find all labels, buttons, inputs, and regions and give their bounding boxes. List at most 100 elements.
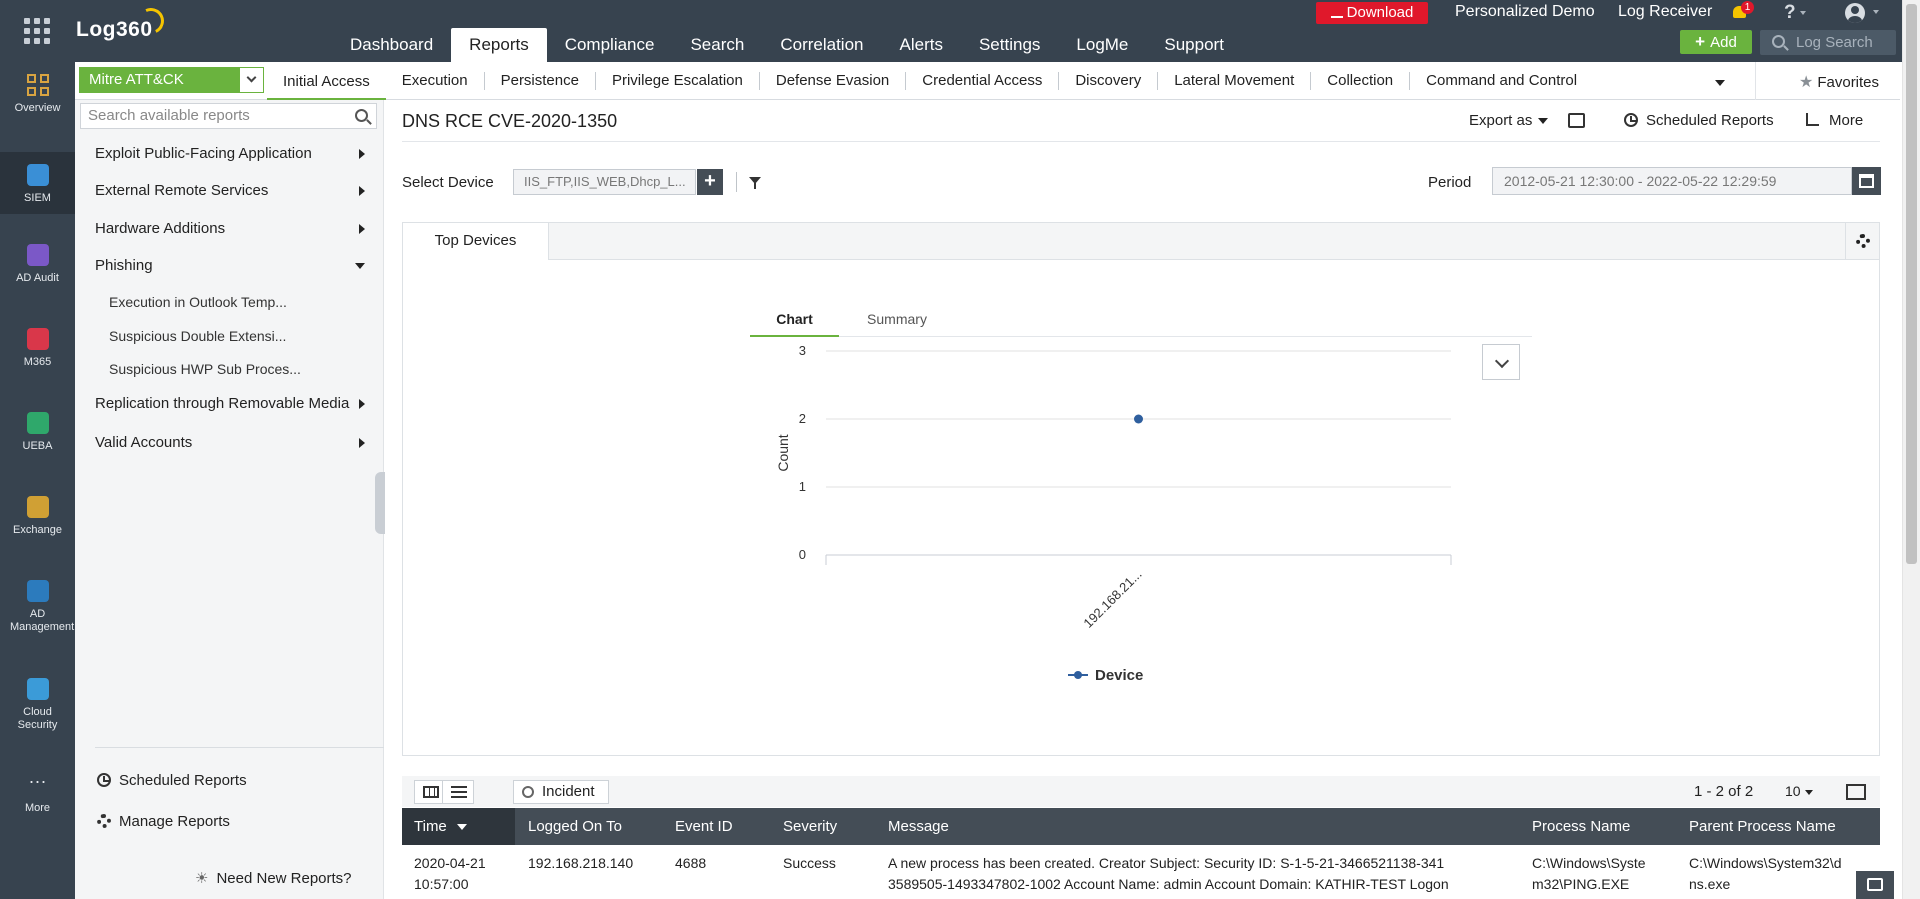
sidebar-item-external-remote-services[interactable]: External Remote Services xyxy=(95,182,365,199)
list-view-button[interactable] xyxy=(442,780,474,804)
personalized-demo-link[interactable]: Personalized Demo xyxy=(1455,3,1595,21)
nav-search[interactable]: Search xyxy=(672,28,762,62)
incident-button[interactable]: Incident xyxy=(513,780,609,804)
add-button[interactable]: + Add xyxy=(1680,30,1752,54)
export-as-dropdown[interactable]: Export as xyxy=(1469,112,1549,129)
app-launcher-icon[interactable] xyxy=(24,18,50,44)
download-icon xyxy=(1330,8,1343,18)
table-row[interactable]: 2020-04-21 10:57:00 192.168.218.140 4688 … xyxy=(402,845,1880,899)
tab-chart[interactable]: Chart xyxy=(750,306,839,337)
top-bar: Log360 Dashboard Reports Compliance Sear… xyxy=(0,0,1920,62)
rail-ueba[interactable]: UEBA xyxy=(0,412,75,453)
tab-summary[interactable]: Summary xyxy=(847,306,947,337)
caret-right-icon xyxy=(359,438,365,448)
tab-lateral-movement[interactable]: Lateral Movement xyxy=(1158,72,1312,90)
help-icon[interactable]: ? xyxy=(1784,2,1806,24)
add-device-button[interactable]: + xyxy=(697,169,723,195)
tab-defense-evasion[interactable]: Defense Evasion xyxy=(760,72,907,90)
rail-ad-audit[interactable]: AD Audit xyxy=(0,244,75,285)
overview-icon xyxy=(26,74,49,96)
page-size-select[interactable]: 10 xyxy=(1785,783,1813,799)
tab-collection[interactable]: Collection xyxy=(1311,72,1411,90)
scheduled-reports-link[interactable]: Scheduled Reports xyxy=(97,772,247,789)
column-logged-on-to[interactable]: Logged On To xyxy=(528,808,622,845)
column-parent-process-name[interactable]: Parent Process Name xyxy=(1689,808,1836,845)
caret-right-icon xyxy=(359,186,365,196)
tab-persistence[interactable]: Persistence xyxy=(485,72,596,90)
period-input[interactable]: 2012-05-21 12:30:00 - 2022-05-22 12:29:5… xyxy=(1492,167,1852,195)
sidebar-subitem-report[interactable]: Suspicious Double Extensi... xyxy=(109,328,286,344)
scrollbar-thumb[interactable] xyxy=(1906,4,1917,564)
tactic-tabs: Initial Access Execution Persistence Pri… xyxy=(267,62,1593,100)
ad-audit-icon xyxy=(26,244,49,266)
rail-cloud-security[interactable]: Cloud Security xyxy=(0,678,75,732)
sidebar-item-valid-accounts[interactable]: Valid Accounts xyxy=(95,434,365,451)
rail-ad-management[interactable]: AD Management xyxy=(0,580,75,634)
user-menu-caret-icon[interactable] xyxy=(1873,10,1879,14)
search-icon[interactable] xyxy=(355,109,368,122)
notification-bell-icon[interactable]: 1 xyxy=(1733,1,1754,20)
log-receiver-link[interactable]: Log Receiver xyxy=(1618,3,1712,21)
feedback-chat-button[interactable] xyxy=(1856,871,1894,899)
sidebar-item-phishing[interactable]: Phishing xyxy=(95,257,365,274)
column-severity[interactable]: Severity xyxy=(783,808,837,845)
column-event-id[interactable]: Event ID xyxy=(675,808,733,845)
filter-icon[interactable] xyxy=(749,177,761,189)
panel-settings-button[interactable] xyxy=(1845,223,1879,260)
page-scrollbar[interactable] xyxy=(1902,0,1920,899)
grid-toolbar: Incident 1 - 2 of 2 10 xyxy=(402,776,1880,807)
column-message[interactable]: Message xyxy=(888,808,949,845)
nav-alerts[interactable]: Alerts xyxy=(882,28,961,62)
scheduled-reports-button[interactable]: Scheduled Reports xyxy=(1624,112,1774,129)
nav-compliance[interactable]: Compliance xyxy=(547,28,673,62)
y-tick-label: 2 xyxy=(799,411,806,426)
rail-siem[interactable]: SIEM xyxy=(0,152,75,214)
user-avatar-icon[interactable] xyxy=(1845,3,1865,23)
sidebar-subitem-report[interactable]: Suspicious HWP Sub Proces... xyxy=(109,361,301,377)
nav-reports[interactable]: Reports xyxy=(451,28,547,62)
framework-select[interactable]: Mitre ATT&CK xyxy=(79,67,264,93)
nav-settings[interactable]: Settings xyxy=(961,28,1058,62)
rail-more[interactable]: ··· More xyxy=(0,772,75,815)
tab-execution[interactable]: Execution xyxy=(386,72,485,90)
nav-correlation[interactable]: Correlation xyxy=(762,28,881,62)
schedule-export-icon[interactable] xyxy=(1568,113,1585,128)
bar-chart-icon xyxy=(1806,113,1819,126)
tab-credential-access[interactable]: Credential Access xyxy=(906,72,1060,90)
tab-initial-access[interactable]: Initial Access xyxy=(267,64,386,100)
sidebar-collapse-handle[interactable] xyxy=(375,472,385,534)
rail-overview[interactable]: Overview xyxy=(0,74,75,115)
tab-privilege-escalation[interactable]: Privilege Escalation xyxy=(596,72,760,90)
tab-command-and-control[interactable]: Command and Control xyxy=(1410,72,1593,90)
sidebar-item-exploit-public-facing[interactable]: Exploit Public-Facing Application xyxy=(95,145,365,162)
sidebar-subitem-report[interactable]: Execution in Outlook Temp... xyxy=(109,294,287,310)
nav-support[interactable]: Support xyxy=(1146,28,1242,62)
favorites-link[interactable]: ★ Favorites xyxy=(1799,72,1879,92)
caret-down-icon xyxy=(1538,118,1549,125)
column-chooser-icon[interactable] xyxy=(1846,784,1866,800)
manage-reports-link[interactable]: Manage Reports xyxy=(97,813,230,830)
rail-exchange[interactable]: Exchange xyxy=(0,496,75,537)
chevron-down-icon[interactable] xyxy=(239,67,264,93)
column-process-name[interactable]: Process Name xyxy=(1532,808,1630,845)
sidebar-item-hardware-additions[interactable]: Hardware Additions xyxy=(95,220,365,237)
sort-desc-icon xyxy=(456,824,467,831)
column-time[interactable]: Time xyxy=(402,808,515,845)
nav-logme[interactable]: LogMe xyxy=(1058,28,1146,62)
log-search-input[interactable]: Log Search xyxy=(1760,30,1896,55)
rail-m365[interactable]: M365 xyxy=(0,328,75,369)
caret-right-icon xyxy=(359,149,365,159)
nav-dashboard[interactable]: Dashboard xyxy=(332,28,451,62)
calendar-icon[interactable] xyxy=(1852,167,1881,195)
sidebar-item-replication-removable-media[interactable]: Replication through Removable Media xyxy=(95,395,365,412)
tab-top-devices[interactable]: Top Devices xyxy=(403,223,549,260)
need-new-reports-link[interactable]: ☀ Need New Reports? xyxy=(195,869,352,887)
download-button[interactable]: Download xyxy=(1316,2,1428,24)
cell-message: A new process has been created. Creator … xyxy=(888,855,1449,892)
siem-shield-icon xyxy=(26,164,49,186)
report-search-input[interactable]: Search available reports xyxy=(80,103,377,129)
more-button[interactable]: More xyxy=(1806,112,1863,129)
tab-discovery[interactable]: Discovery xyxy=(1059,72,1159,90)
device-select-input[interactable]: IIS_FTP,IIS_WEB,Dhcp_L... xyxy=(513,169,696,195)
more-tactics-dropdown[interactable] xyxy=(1709,72,1733,92)
